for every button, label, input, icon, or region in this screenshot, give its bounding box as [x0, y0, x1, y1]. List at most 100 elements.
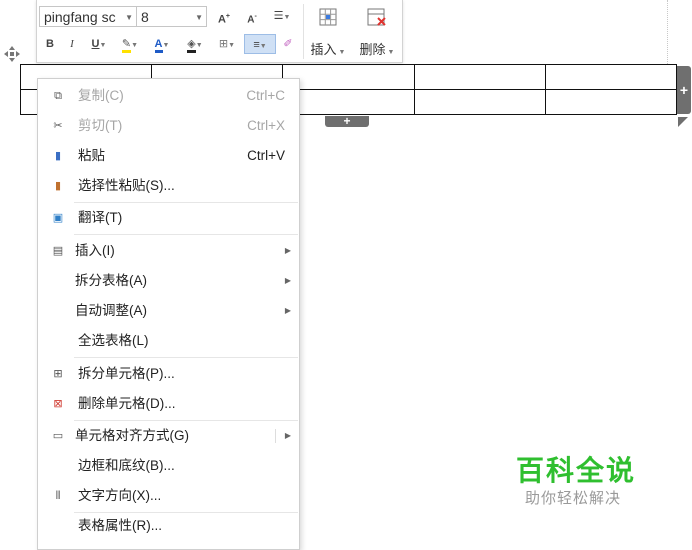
chevron-down-icon: ▼	[385, 49, 395, 56]
chevron-right-icon: ▶	[284, 306, 291, 315]
add-row-button[interactable]: +	[325, 115, 369, 127]
highlighter-icon: ✎	[121, 38, 132, 53]
font-color-button[interactable]: A▼	[149, 36, 175, 54]
menu-item-table-properties[interactable]: 表格属性(R)...	[38, 511, 299, 541]
menu-item-borders-shading[interactable]: 边框和底纹(B)...	[38, 451, 299, 481]
split-cells-icon: ⊞	[53, 368, 63, 380]
add-column-button[interactable]: +	[677, 66, 691, 114]
chevron-right-icon: ▶	[284, 246, 291, 255]
insert-table-icon	[307, 8, 349, 30]
table-cell[interactable]	[413, 89, 546, 115]
table-move-handle-icon[interactable]	[3, 45, 21, 63]
page-margin-guide	[667, 0, 668, 64]
menu-item-autofit[interactable]: 自动调整(A) ▶	[38, 296, 299, 326]
menu-item-cell-alignment[interactable]: ▭ 单元格对齐方式(G) ▶	[38, 421, 299, 451]
table-cell[interactable]	[282, 89, 415, 115]
menu-item-label: 拆分单元格(P)...	[78, 366, 175, 381]
underline-button[interactable]: U▼	[87, 36, 111, 54]
bold-button[interactable]: B	[45, 36, 55, 52]
delete-button[interactable]: 删除 ▼	[355, 8, 399, 58]
font-name-select[interactable]: pingfang sc ▼	[39, 6, 137, 27]
grow-font-button[interactable]: A+	[217, 9, 231, 28]
menu-item-label: 插入(I)	[75, 243, 115, 258]
menu-item-translate[interactable]: ▣ 翻译(T)	[38, 203, 299, 233]
menu-item-split-cells[interactable]: ⊞ 拆分单元格(P)...	[38, 359, 299, 389]
grow-font-label: A	[217, 13, 226, 26]
menu-item-delete-cells[interactable]: ⊠ 删除单元格(D)...	[38, 389, 299, 419]
insert-label: 插入	[310, 42, 337, 57]
line-spacing-icon: ☰	[273, 10, 284, 22]
menu-item-label: 剪切(T)	[78, 118, 123, 133]
chevron-down-icon: ▼	[99, 42, 107, 49]
menu-item-label: 全选表格(L)	[78, 333, 149, 348]
menu-item-paste-special[interactable]: ▮ 选择性粘贴(S)...	[38, 171, 299, 201]
shading-button[interactable]: ◈▼	[182, 36, 208, 54]
menu-item-label: 边框和底纹(B)...	[78, 458, 175, 473]
menu-item-select-table[interactable]: 全选表格(L)	[38, 326, 299, 356]
menu-item-label: 复制(C)	[78, 88, 124, 103]
menu-item-copy[interactable]: ⧉ 复制(C) Ctrl+C	[38, 81, 299, 111]
insert-table-icon: ▤	[52, 245, 64, 257]
watermark-title: 百科全说	[516, 454, 637, 487]
chevron-down-icon: ▼	[131, 42, 139, 49]
font-size-value: 8	[141, 9, 149, 25]
chevron-down-icon: ▼	[195, 42, 203, 49]
insert-button[interactable]: 插入 ▼	[307, 8, 349, 58]
italic-button[interactable]: I	[67, 36, 77, 52]
chevron-down-icon: ▼	[336, 49, 346, 56]
menu-item-label: 删除单元格(D)...	[78, 396, 176, 411]
chevron-right-icon: ▶	[284, 276, 291, 285]
menu-item-shortcut: Ctrl+X	[247, 118, 285, 133]
menu-item-label: 表格属性(R)...	[78, 518, 162, 533]
cell-align-icon: ▭	[52, 430, 64, 442]
menu-item-label: 单元格对齐方式(G)	[75, 428, 189, 443]
delete-cells-icon: ⊠	[53, 398, 63, 410]
delete-table-icon	[355, 8, 399, 30]
paint-bucket-icon: ◈	[187, 38, 196, 53]
shrink-font-button[interactable]: A-	[245, 9, 259, 28]
font-size-select[interactable]: 8 ▼	[136, 6, 207, 27]
menu-item-shortcut: Ctrl+V	[247, 148, 285, 163]
font-color-label: A	[154, 38, 163, 53]
table-cell[interactable]	[413, 64, 546, 90]
paste-special-icon: ▮	[54, 180, 62, 192]
mini-toolbar: pingfang sc ▼ 8 ▼ A+ A- ☰▼ B I U▼ ✎▼ A▼ ◈▼…	[36, 0, 403, 63]
align-button[interactable]: ≡▼	[244, 34, 276, 54]
menu-item-shortcut: Ctrl+C	[246, 88, 285, 103]
cut-icon: ✂	[53, 120, 63, 132]
borders-button[interactable]: ⊞▼	[214, 36, 240, 54]
menu-item-insert[interactable]: ▤ 插入(I) ▶	[38, 236, 299, 266]
table-cell[interactable]	[544, 64, 678, 90]
menu-item-label: 文字方向(X)...	[78, 488, 162, 503]
menu-item-paste[interactable]: ▮ 粘贴 Ctrl+V	[38, 141, 299, 171]
paste-icon: ▮	[54, 150, 62, 162]
menu-separator	[74, 357, 298, 358]
delete-label: 删除	[359, 42, 386, 57]
chevron-down-icon: ▼	[162, 42, 170, 49]
menu-item-split-table[interactable]: 拆分表格(A) ▶	[38, 266, 299, 296]
chevron-down-icon: ▼	[125, 13, 133, 22]
eraser-icon[interactable]: ✐	[281, 36, 295, 52]
context-menu: ⧉ 复制(C) Ctrl+C ✂ 剪切(T) Ctrl+X ▮ 粘贴 Ctrl+…	[37, 78, 300, 550]
underline-label: U	[91, 38, 100, 50]
chevron-down-icon: ▼	[259, 43, 267, 50]
table-cell[interactable]	[282, 64, 415, 90]
chevron-down-icon: ▼	[283, 14, 291, 21]
highlight-button[interactable]: ✎▼	[117, 36, 143, 54]
menu-item-cut[interactable]: ✂ 剪切(T) Ctrl+X	[38, 111, 299, 141]
menu-separator	[74, 234, 298, 235]
font-name-value: pingfang sc	[44, 9, 116, 25]
line-spacing-button[interactable]: ☰▼	[269, 8, 295, 26]
table-cell[interactable]	[544, 89, 678, 115]
menu-item-text-direction[interactable]: ⫴ 文字方向(X)...	[38, 481, 299, 511]
chevron-right-icon: ▶	[284, 431, 291, 440]
menu-item-label: 自动调整(A)	[75, 303, 147, 318]
watermark-subtitle: 助你轻松解决	[525, 489, 622, 507]
chevron-down-icon: ▼	[228, 42, 236, 49]
menu-item-label: 选择性粘贴(S)...	[78, 178, 175, 193]
menu-item-label: 拆分表格(A)	[75, 273, 147, 288]
border-grid-icon: ⊞	[218, 38, 229, 50]
text-direction-icon: ⫴	[55, 490, 61, 502]
chevron-down-icon: ▼	[195, 13, 203, 22]
resize-table-icon[interactable]	[677, 116, 689, 128]
